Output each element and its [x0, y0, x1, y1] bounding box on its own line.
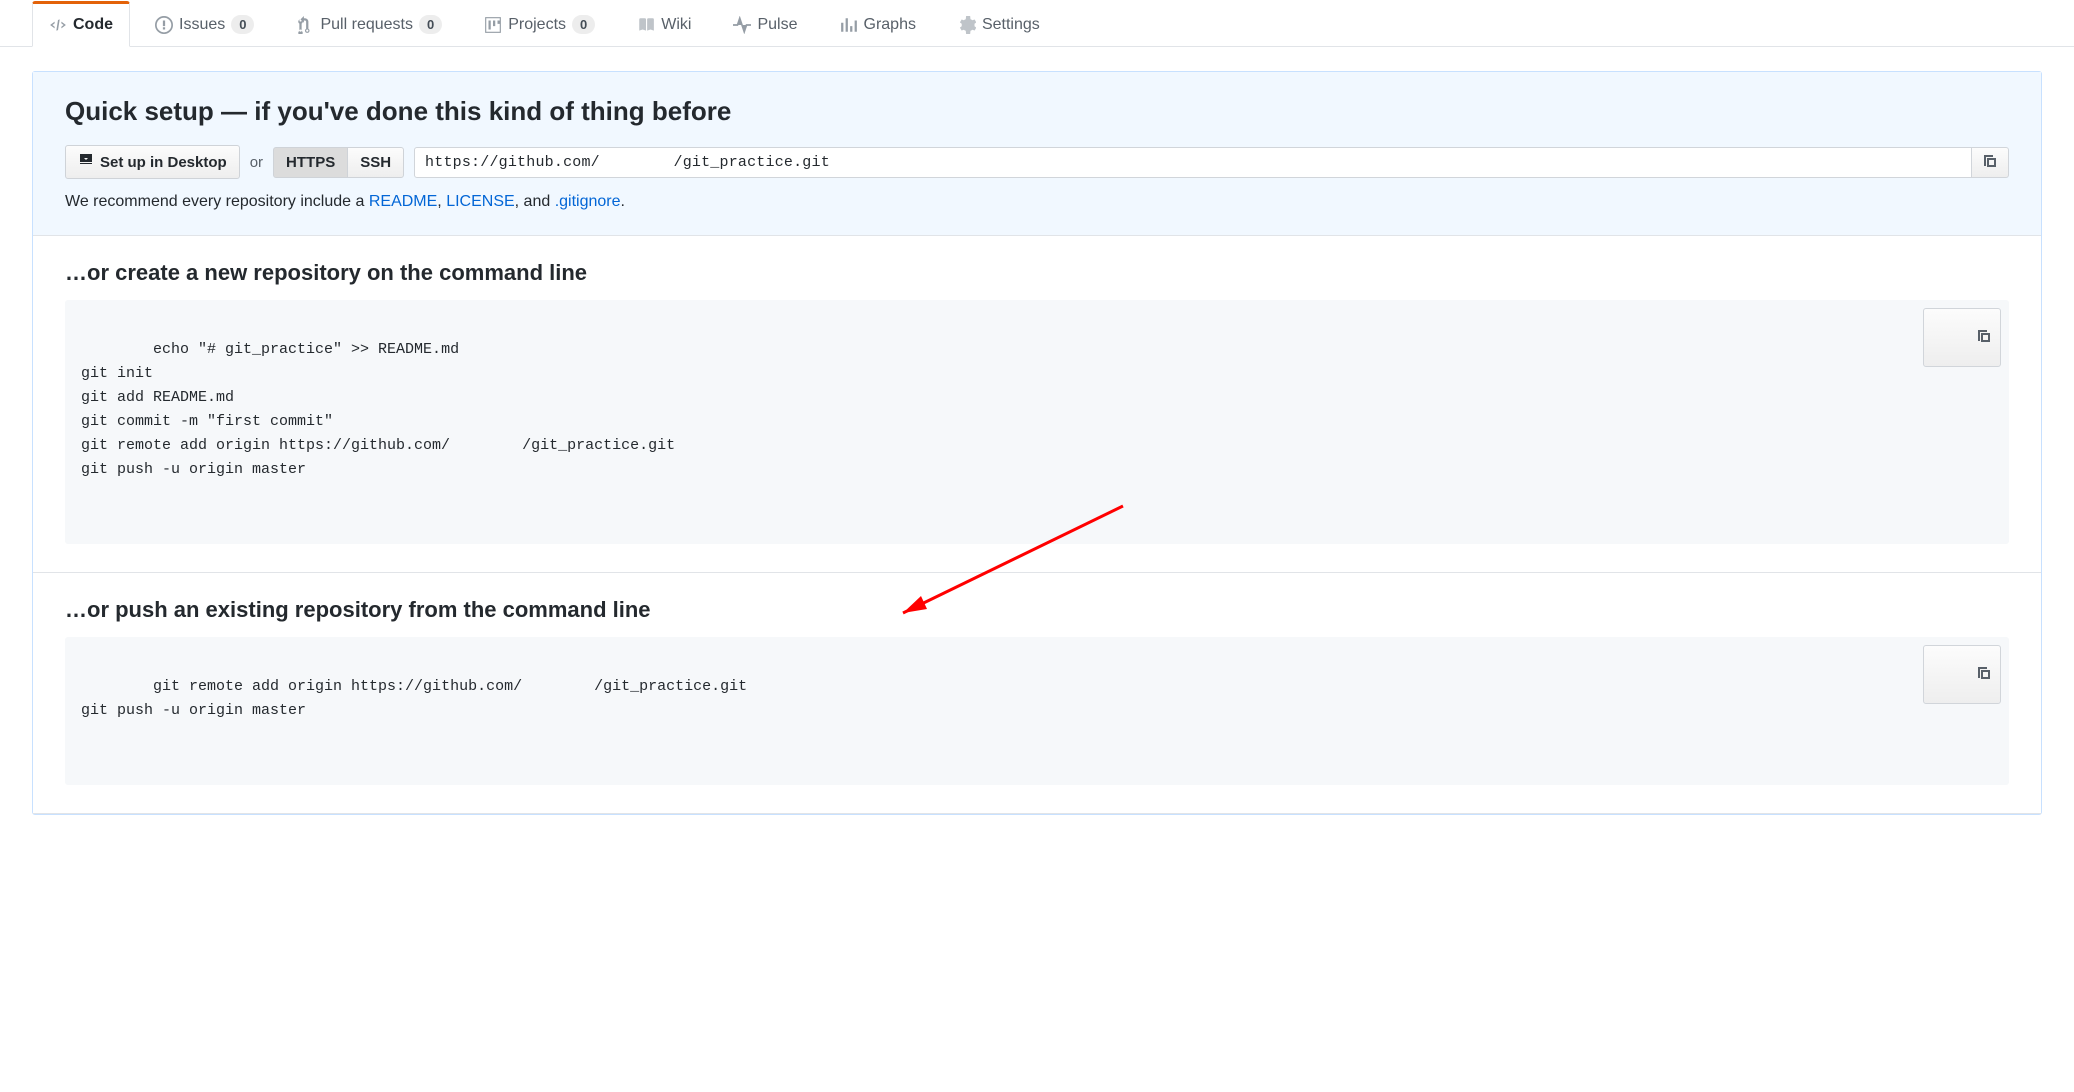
pulls-counter: 0 [419, 15, 442, 34]
tab-settings-label: Settings [982, 16, 1040, 34]
create-code: echo "# git_practice" >> README.md git i… [81, 341, 675, 478]
tab-graphs[interactable]: Graphs [823, 1, 933, 46]
tab-projects-label: Projects [508, 16, 566, 34]
pull-request-icon [296, 16, 314, 34]
create-repo-section: …or create a new repository on the comma… [33, 236, 2041, 573]
protocol-toggle: HTTPS SSH [273, 147, 404, 178]
license-link[interactable]: LICENSE [446, 193, 514, 210]
readme-link[interactable]: README [369, 193, 437, 210]
copy-create-button[interactable] [1923, 308, 2001, 367]
book-icon [637, 16, 655, 34]
gear-icon [958, 16, 976, 34]
push-code: git remote add origin https://github.com… [81, 678, 747, 719]
tab-code[interactable]: Code [32, 1, 130, 47]
setup-panel: Quick setup — if you've done this kind o… [32, 71, 2042, 815]
create-heading: …or create a new repository on the comma… [65, 260, 2009, 286]
create-code-block: echo "# git_practice" >> README.md git i… [65, 300, 2009, 544]
pulse-icon [733, 16, 751, 34]
desktop-download-icon [78, 152, 94, 172]
quick-setup-heading: Quick setup — if you've done this kind o… [65, 96, 2009, 127]
push-heading: …or push an existing repository from the… [65, 597, 2009, 623]
clipboard-icon [1932, 650, 1992, 699]
code-icon [49, 16, 67, 34]
copy-push-button[interactable] [1923, 645, 2001, 704]
tab-graphs-label: Graphs [864, 16, 916, 34]
quick-setup: Quick setup — if you've done this kind o… [33, 72, 2041, 236]
tab-projects[interactable]: Projects 0 [467, 0, 612, 46]
clone-url-row: Set up in Desktop or HTTPS SSH [65, 145, 2009, 179]
projects-counter: 0 [572, 15, 595, 34]
tab-wiki-label: Wiki [661, 16, 691, 34]
recommend-sep2: , and [515, 193, 555, 210]
graph-icon [840, 16, 858, 34]
clone-url-input[interactable] [414, 147, 1972, 178]
tab-pulse-label: Pulse [757, 16, 797, 34]
clipboard-icon [1932, 313, 1992, 362]
main-container: Quick setup — if you've done this kind o… [0, 47, 2074, 815]
push-code-block: git remote add origin https://github.com… [65, 637, 2009, 785]
copy-url-button[interactable] [1972, 147, 2009, 178]
tab-pulse[interactable]: Pulse [716, 1, 814, 46]
tab-pulls-label: Pull requests [320, 16, 413, 34]
ssh-button[interactable]: SSH [347, 147, 404, 178]
tab-pull-requests[interactable]: Pull requests 0 [279, 0, 459, 46]
tab-wiki[interactable]: Wiki [620, 1, 708, 46]
issues-counter: 0 [231, 15, 254, 34]
issue-icon [155, 16, 173, 34]
tab-settings[interactable]: Settings [941, 1, 1057, 46]
clipboard-icon [1982, 153, 1998, 172]
setup-desktop-button[interactable]: Set up in Desktop [65, 145, 240, 179]
gitignore-link[interactable]: .gitignore [555, 193, 621, 210]
clone-url-wrap [414, 147, 2009, 178]
recommend-period: . [621, 193, 625, 210]
https-button[interactable]: HTTPS [273, 147, 348, 178]
repo-tabnav: Code Issues 0 Pull requests 0 Projects 0… [0, 0, 2074, 47]
push-repo-section: …or push an existing repository from the… [33, 573, 2041, 814]
recommend-sep1: , [437, 193, 446, 210]
setup-desktop-label: Set up in Desktop [100, 154, 227, 171]
or-text: or [250, 154, 263, 171]
tab-issues-label: Issues [179, 16, 225, 34]
tab-code-label: Code [73, 16, 113, 34]
tab-issues[interactable]: Issues 0 [138, 0, 271, 46]
recommend-prefix: We recommend every repository include a [65, 193, 369, 210]
project-icon [484, 16, 502, 34]
recommend-text: We recommend every repository include a … [65, 193, 2009, 211]
